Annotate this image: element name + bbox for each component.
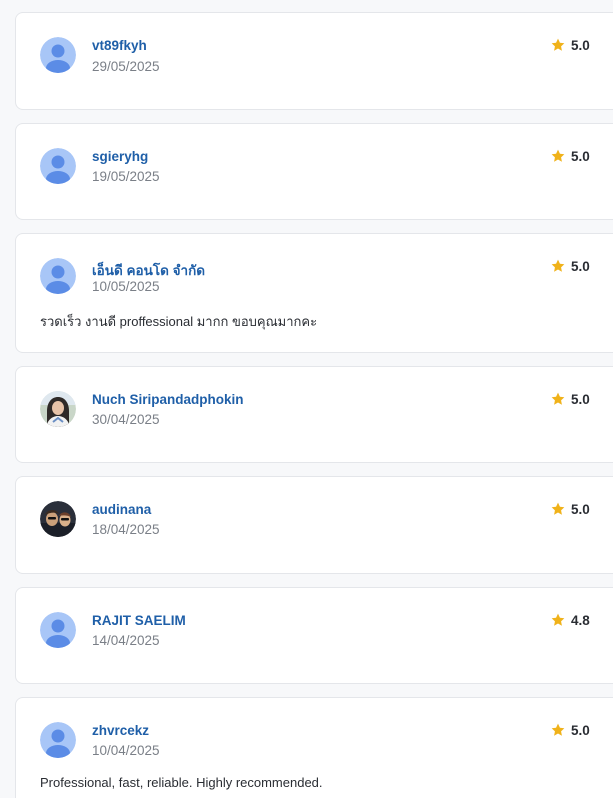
default-avatar-icon [40,612,76,648]
review-date: 29/05/2025 [92,59,160,74]
star-icon [551,38,565,51]
rating: 5.0 [550,722,590,738]
review-date: 10/05/2025 [92,279,160,294]
profile-photo [40,501,76,537]
review-card: RAJIT SAELIM 14/04/2025 4.8 [15,587,613,684]
review-date: 19/05/2025 [92,169,160,184]
review-card: sgieryhg 19/05/2025 5.0 [15,123,613,220]
rating: 5.0 [550,258,590,274]
rating: 5.0 [550,148,590,164]
rating-value: 4.8 [571,612,590,628]
reviewer-name[interactable]: audinana [92,502,151,517]
review-card: Nuch Siripandadphokin 30/04/2025 5.0 [15,366,613,463]
rating: 5.0 [550,391,590,407]
review-list: vt89fkyh 29/05/2025 5.0 sgieryhg 19/05/2… [0,0,613,798]
rating-value: 5.0 [571,722,590,738]
star-icon [551,392,565,405]
review-date: 10/04/2025 [92,743,160,758]
default-avatar-icon [40,37,76,73]
star-icon [551,149,565,162]
default-avatar-icon [40,722,76,758]
rating-value: 5.0 [571,148,590,164]
review-date: 18/04/2025 [92,522,160,537]
review-text: รวดเร็ว งานดี proffessional มากก ขอบคุณม… [40,314,318,329]
review-card: zhvrcekz 10/04/2025 5.0 Professional, fa… [15,697,613,798]
star-icon [551,502,565,515]
review-card: vt89fkyh 29/05/2025 5.0 [15,12,613,110]
review-date: 14/04/2025 [92,633,160,648]
reviewer-name[interactable]: RAJIT SAELIM [92,613,186,628]
profile-photo [40,391,76,427]
star-icon [551,723,565,736]
star-icon [551,259,565,272]
review-card: เอ็นดี คอนโด จำกัด 10/05/2025 5.0 รวดเร็… [15,233,613,353]
rating: 5.0 [550,37,590,53]
default-avatar-icon [40,148,76,184]
star-icon [551,613,565,626]
rating: 5.0 [550,501,590,517]
reviewer-name[interactable]: Nuch Siripandadphokin [92,392,244,407]
rating: 4.8 [550,612,590,628]
review-date: 30/04/2025 [92,412,160,427]
reviewer-name[interactable]: zhvrcekz [92,723,149,738]
rating-value: 5.0 [571,258,590,274]
review-text: Professional, fast, reliable. Highly rec… [40,775,323,790]
review-card: audinana 18/04/2025 5.0 [15,476,613,574]
rating-value: 5.0 [571,501,590,517]
rating-value: 5.0 [571,391,590,407]
default-avatar-icon [40,258,76,294]
reviewer-name[interactable]: sgieryhg [92,149,148,164]
reviewer-name[interactable]: vt89fkyh [92,38,147,53]
reviewer-name[interactable]: เอ็นดี คอนโด จำกัด [92,259,205,281]
rating-value: 5.0 [571,37,590,53]
